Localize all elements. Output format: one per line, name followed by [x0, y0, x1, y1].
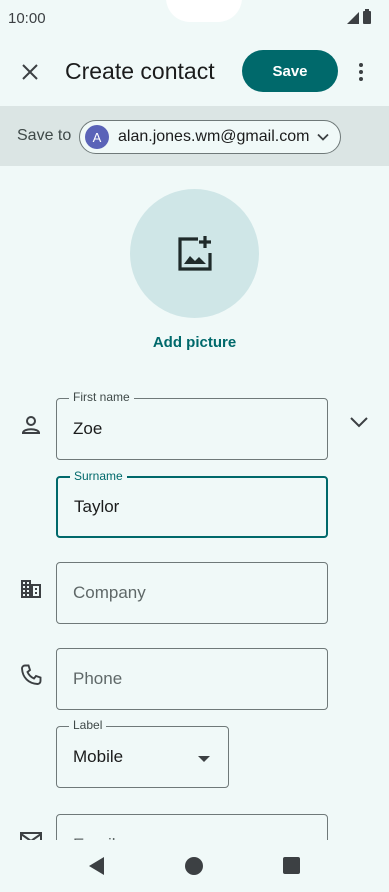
account-email: alan.jones.wm@gmail.com	[118, 128, 310, 145]
status-bar: 10:00	[0, 0, 389, 40]
first-name-value: Zoe	[73, 419, 103, 438]
phone-label-select[interactable]: Label Mobile	[56, 718, 229, 788]
surname-value: Taylor	[74, 497, 120, 516]
phone-label-caption: Label	[69, 718, 107, 732]
nav-recents-icon[interactable]	[283, 857, 300, 874]
phone-icon	[21, 664, 42, 685]
app-bar: Create contact Save	[0, 44, 389, 100]
avatar: A	[85, 125, 109, 149]
page-title: Create contact	[65, 58, 215, 84]
nav-back-icon[interactable]	[89, 857, 104, 875]
person-icon	[21, 416, 41, 434]
company-placeholder: Company	[73, 583, 146, 602]
nav-home-icon[interactable]	[185, 857, 203, 875]
status-icons	[347, 9, 371, 24]
expand-name-fields-button[interactable]	[346, 409, 372, 435]
save-button[interactable]: Save	[242, 50, 338, 92]
business-icon	[21, 580, 41, 598]
create-contact-screen: 10:00 Create contact Save Save to A alan…	[0, 0, 389, 892]
save-to-bar: Save to A alan.jones.wm@gmail.com	[0, 106, 389, 166]
account-selector[interactable]: A alan.jones.wm@gmail.com	[79, 120, 341, 154]
first-name-label: First name	[69, 390, 134, 404]
close-icon	[22, 64, 38, 80]
signal-icon	[347, 11, 359, 24]
first-name-field[interactable]: First name Zoe	[56, 390, 328, 460]
phone-placeholder: Phone	[73, 669, 123, 688]
phone-field[interactable]: Phone	[56, 648, 328, 710]
more-vert-icon	[359, 63, 363, 67]
close-button[interactable]	[14, 56, 46, 88]
status-time: 10:00	[8, 10, 46, 27]
battery-icon	[363, 9, 371, 24]
add-picture-button[interactable]	[130, 189, 259, 318]
company-field[interactable]: Company	[56, 562, 328, 624]
phone-label-value: Mobile	[73, 747, 124, 766]
camera-notch	[166, 0, 242, 22]
save-to-label: Save to	[17, 127, 72, 144]
add-photo-icon	[177, 235, 212, 271]
surname-label: Surname	[70, 469, 127, 483]
chevron-down-icon	[317, 133, 329, 141]
more-options-button[interactable]	[349, 56, 373, 88]
surname-field[interactable]: Surname Taylor	[56, 469, 328, 538]
dropdown-arrow-icon	[198, 756, 210, 762]
system-nav-bar	[0, 840, 389, 892]
add-picture-link[interactable]: Add picture	[0, 334, 389, 351]
